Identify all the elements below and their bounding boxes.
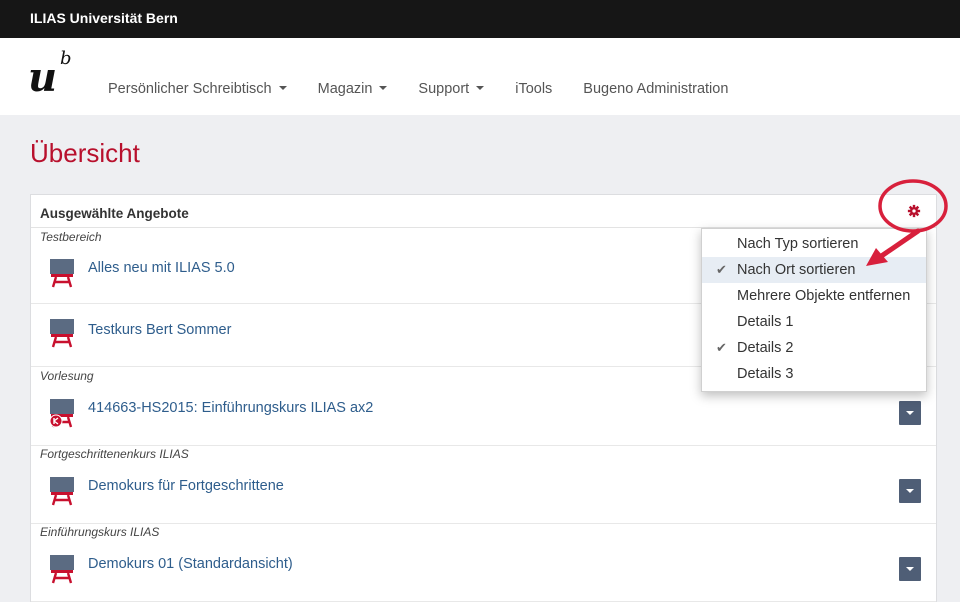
- course-easel-icon: [50, 477, 74, 506]
- nav-item-support[interactable]: Support: [418, 81, 485, 97]
- menu-item-details-1[interactable]: Details 1: [702, 309, 926, 335]
- course-link[interactable]: Demokurs 01 (Standardansicht): [88, 556, 293, 572]
- caret-down-icon: [379, 86, 388, 91]
- main-nav: Persönlicher Schreibtisch Magazin Suppor…: [108, 81, 759, 97]
- menu-item-label: Nach Ort sortieren: [737, 262, 856, 278]
- menu-item-sort-by-type[interactable]: Nach Typ sortieren: [702, 231, 926, 257]
- nav-item-itools[interactable]: iTools: [515, 81, 552, 97]
- nav-item-label: Support: [418, 81, 470, 97]
- nav-item-schreibtisch[interactable]: Persönlicher Schreibtisch: [108, 81, 287, 97]
- menu-item-sort-by-location[interactable]: ✔ Nach Ort sortieren: [702, 257, 926, 283]
- group-label: Einführungskurs ILIAS: [40, 525, 160, 539]
- course-easel-icon: [50, 319, 74, 348]
- nav-item-bugeno-administration[interactable]: Bugeno Administration: [583, 81, 728, 97]
- nav-item-label: Bugeno Administration: [583, 81, 729, 97]
- list-item: Demokurs 01 (Standardansicht): [31, 540, 936, 602]
- course-easel-icon: [50, 259, 74, 288]
- menu-item-details-2[interactable]: ✔ Details 2: [702, 335, 926, 361]
- course-link[interactable]: 414663-HS2015: Einführungskurs ILIAS ax2: [88, 400, 373, 416]
- page-title: Übersicht: [30, 138, 140, 168]
- nav-item-label: Persönlicher Schreibtisch: [108, 81, 272, 97]
- menu-item-label: Details 3: [737, 366, 794, 382]
- group-label: Testbereich: [40, 230, 102, 244]
- list-item: 414663-HS2015: Einführungskurs ILIAS ax2: [31, 384, 936, 446]
- panel-header: Ausgewählte Angebote: [31, 195, 936, 228]
- menu-item-details-3[interactable]: Details 3: [702, 361, 926, 387]
- actions-dropdown-button[interactable]: [899, 479, 921, 503]
- caret-down-icon: [476, 86, 485, 91]
- menu-item-label: Details 1: [737, 314, 794, 330]
- logo-superscript: b: [60, 48, 72, 69]
- list-item: Demokurs für Fortgeschrittene: [31, 462, 936, 524]
- panel-title: Ausgewählte Angebote: [40, 206, 189, 221]
- actions-dropdown-button[interactable]: [899, 557, 921, 581]
- course-link[interactable]: Testkurs Bert Sommer: [88, 322, 231, 338]
- course-link[interactable]: Demokurs für Fortgeschrittene: [88, 478, 284, 494]
- course-link[interactable]: Alles neu mit ILIAS 5.0: [88, 260, 235, 276]
- checkmark-icon: ✔: [716, 262, 727, 277]
- menu-item-label: Mehrere Objekte entfernen: [737, 288, 911, 304]
- logo-letter: u: [28, 54, 58, 101]
- header: u b Persönlicher Schreibtisch Magazin Su…: [0, 38, 960, 115]
- group-label: Vorlesung: [40, 369, 94, 383]
- university-logo[interactable]: u b: [28, 50, 78, 100]
- menu-item-label: Details 2: [737, 340, 794, 356]
- settings-dropdown-menu: Nach Typ sortieren ✔ Nach Ort sortieren M…: [701, 228, 927, 392]
- course-easel-icon: [50, 555, 74, 584]
- group-label: Fortgeschrittenenkurs ILIAS: [40, 447, 189, 461]
- course-offline-icon: [49, 399, 74, 428]
- gear-icon[interactable]: [907, 204, 921, 218]
- menu-item-remove-multiple[interactable]: Mehrere Objekte entfernen: [702, 283, 926, 309]
- site-title: ILIAS Universität Bern: [30, 10, 178, 26]
- caret-down-icon: [278, 86, 287, 91]
- nav-item-label: iTools: [515, 81, 553, 97]
- nav-item-magazin[interactable]: Magazin: [318, 81, 388, 97]
- checkmark-icon: ✔: [716, 340, 727, 355]
- nav-item-label: Magazin: [317, 81, 373, 97]
- menu-item-label: Nach Typ sortieren: [737, 236, 859, 252]
- top-bar: ILIAS Universität Bern: [0, 0, 960, 38]
- actions-dropdown-button[interactable]: [899, 401, 921, 425]
